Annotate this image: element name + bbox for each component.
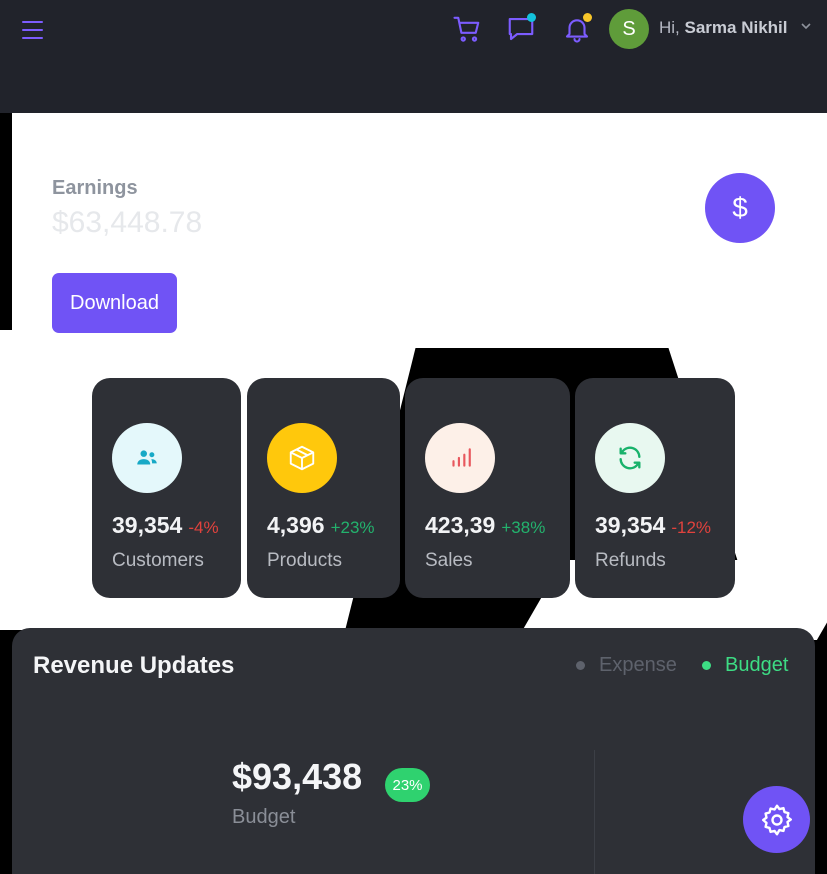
bell-notification-dot bbox=[583, 13, 592, 22]
avatar[interactable]: S bbox=[609, 9, 649, 49]
revenue-title: Revenue Updates bbox=[33, 652, 235, 679]
settings-gear-icon[interactable] bbox=[743, 786, 810, 853]
stat-change: -4% bbox=[188, 518, 219, 537]
revenue-card: Revenue Updates Expense Budget $93,438 2… bbox=[12, 628, 815, 874]
legend-budget-label: Budget bbox=[725, 654, 789, 676]
revenue-subtitle: Budget bbox=[232, 806, 296, 828]
legend-dot-icon bbox=[576, 661, 585, 670]
hamburger-menu-icon[interactable] bbox=[22, 17, 48, 43]
dollar-icon: $ bbox=[705, 173, 775, 243]
greeting-text: Hi, bbox=[659, 18, 680, 37]
chat-icon[interactable] bbox=[506, 13, 536, 44]
stat-label: Products bbox=[267, 550, 342, 571]
chat-notification-dot bbox=[527, 13, 536, 22]
stat-change: +23% bbox=[330, 518, 375, 537]
chevron-down-icon[interactable] bbox=[799, 19, 813, 33]
stat-change: +38% bbox=[501, 518, 546, 537]
legend-dot-icon bbox=[702, 661, 711, 670]
stat-card-customers: 39,354 -4% Customers bbox=[92, 378, 241, 598]
stat-card-refunds: 39,354 -12% Refunds bbox=[575, 378, 735, 598]
top-bar: S Hi, Sarma Nikhil bbox=[0, 0, 827, 113]
legend-expense-label: Expense bbox=[599, 654, 677, 676]
stat-value: 39,354 -12% bbox=[595, 512, 712, 538]
download-button[interactable]: Download bbox=[52, 273, 177, 333]
stat-card-products: 4,396 +23% Products bbox=[247, 378, 400, 598]
user-name: Sarma Nikhil bbox=[684, 18, 788, 37]
cart-icon[interactable] bbox=[452, 14, 482, 44]
stat-value: 423,39 +38% bbox=[425, 512, 546, 538]
legend-expense[interactable]: Expense bbox=[576, 654, 677, 677]
user-greeting[interactable]: Hi, Sarma Nikhil bbox=[659, 18, 788, 38]
users-icon bbox=[112, 423, 182, 493]
stat-label: Customers bbox=[112, 550, 204, 571]
box-icon bbox=[267, 423, 337, 493]
stat-change: -12% bbox=[671, 518, 712, 537]
earnings-card: Earnings $63,448.78 Download $ bbox=[12, 113, 827, 348]
bell-icon[interactable] bbox=[562, 13, 592, 44]
revenue-amount: $93,438 bbox=[232, 756, 363, 797]
earnings-value: $63,448.78 bbox=[52, 206, 203, 239]
stat-value: 4,396 +23% bbox=[267, 512, 375, 538]
legend-budget[interactable]: Budget bbox=[702, 654, 788, 677]
stat-label: Refunds bbox=[595, 550, 666, 571]
refresh-icon bbox=[595, 423, 665, 493]
earnings-label: Earnings bbox=[52, 177, 138, 199]
stat-value: 39,354 -4% bbox=[112, 512, 219, 538]
stat-card-sales: 423,39 +38% Sales bbox=[405, 378, 570, 598]
stat-label: Sales bbox=[425, 550, 473, 571]
divider bbox=[594, 750, 595, 874]
bar-chart-icon bbox=[425, 423, 495, 493]
revenue-badge: 23% bbox=[385, 768, 430, 802]
